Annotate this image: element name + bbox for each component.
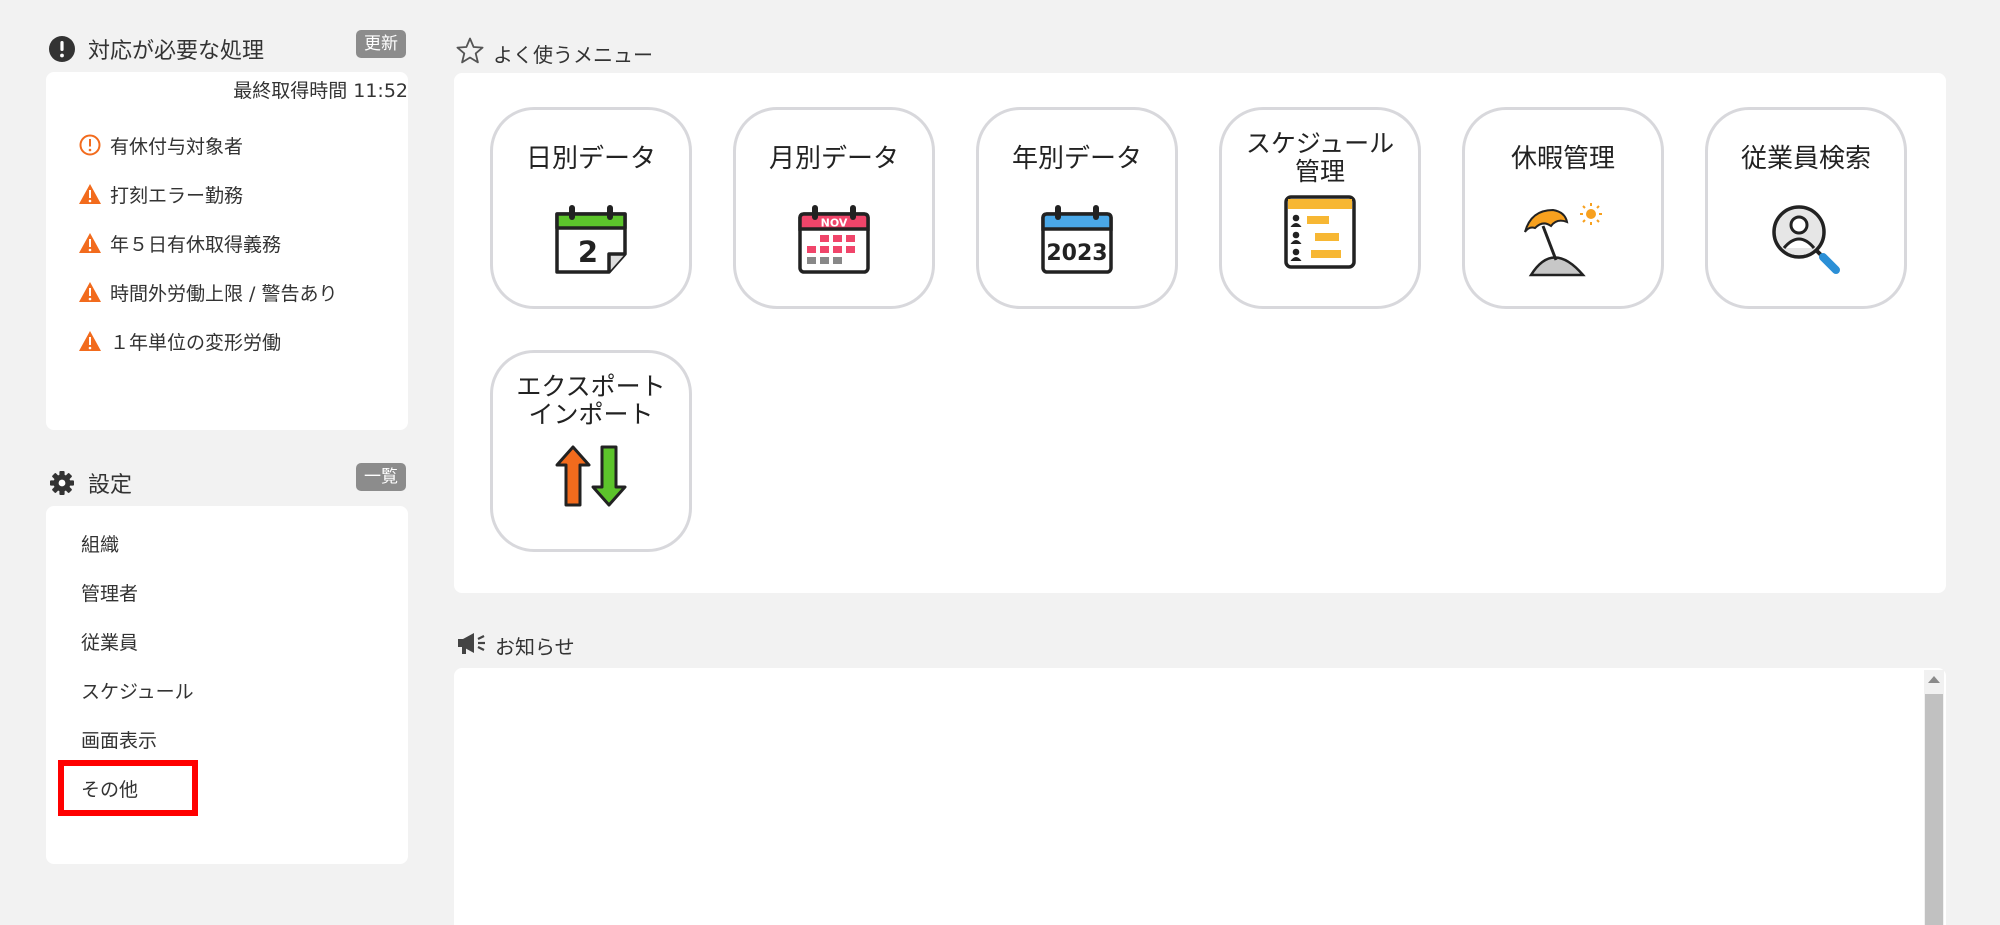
favorites-title: よく使うメニュー	[493, 43, 653, 67]
calendar-day-number: 2	[578, 235, 598, 269]
highlight-box	[58, 760, 198, 816]
alerts-panel: 最終取得時間 11:52 有休付与対象者 打刻エラー勤務 年５日有休取得義務 時…	[46, 72, 408, 430]
notices-scrollbar-thumb[interactable]	[1925, 694, 1943, 925]
megaphone-icon	[455, 630, 487, 661]
tile-label-line2: 管理	[1294, 157, 1345, 186]
tile-label: 休暇管理	[1510, 144, 1615, 174]
tile-leave-management[interactable]: 休暇管理	[1462, 107, 1664, 309]
alert-item-label: 打刻エラー勤務	[110, 184, 244, 207]
alerts-section-title: 対応が必要な処理	[48, 33, 264, 65]
setting-item-administrator[interactable]: 管理者	[81, 579, 138, 605]
alert-item-overtime-limit[interactable]: 時間外労働上限 / 警告あり	[78, 280, 338, 305]
warning-triangle-icon	[78, 231, 102, 255]
tile-label-line1: エクスポート	[516, 372, 666, 401]
setting-item-employee[interactable]: 従業員	[81, 628, 138, 654]
alert-item-annual-variable-work[interactable]: １年単位の変形労働	[78, 329, 282, 354]
favorites-panel: 日別データ 2 月別データ NOV 年別データ 2023 スケジュール 管理 休…	[454, 73, 1946, 593]
employee-search-icon	[1772, 205, 1840, 274]
warning-triangle-icon	[78, 280, 102, 304]
notices-section-title: お知らせ	[455, 630, 575, 661]
tile-employee-search[interactable]: 従業員検索	[1705, 107, 1907, 309]
favorites-section-title: よく使うメニュー	[455, 36, 653, 71]
beach-umbrella-icon	[1524, 203, 1602, 277]
alert-item-label: １年単位の変形労働	[110, 331, 282, 354]
settings-title: 設定	[88, 473, 133, 498]
alert-item-label: 年５日有休取得義務	[110, 233, 282, 256]
setting-item-organization[interactable]: 組織	[81, 530, 119, 556]
tile-label-line1: スケジュール	[1245, 129, 1395, 158]
alert-item-label: 有休付与対象者	[110, 135, 244, 158]
alert-item-label: 時間外労働上限 / 警告あり	[110, 282, 338, 305]
settings-list-button[interactable]: 一覧	[356, 463, 406, 491]
tile-label: 日別データ	[525, 144, 656, 174]
tile-label: 年別データ	[1011, 144, 1142, 174]
alerts-title: 対応が必要な処理	[88, 39, 265, 64]
tile-daily-data[interactable]: 日別データ 2	[490, 107, 692, 309]
alert-item-paid-leave-grant[interactable]: 有休付与対象者	[78, 133, 244, 158]
settings-section-title: 設定	[48, 467, 132, 499]
tile-yearly-data[interactable]: 年別データ 2023	[976, 107, 1178, 309]
calendar-month-name: NOV	[821, 217, 848, 230]
star-icon	[455, 36, 485, 71]
last-fetched-time: 最終取得時間 11:52	[233, 80, 408, 102]
schedule-chart-icon	[1284, 195, 1356, 269]
notices-title: お知らせ	[495, 635, 575, 659]
notices-panel	[454, 668, 1946, 925]
setting-item-display[interactable]: 画面表示	[81, 726, 157, 752]
gear-icon	[48, 469, 76, 497]
calendar-month-icon: NOV	[798, 205, 870, 274]
export-import-arrows-icon	[555, 445, 627, 507]
alert-item-punch-error[interactable]: 打刻エラー勤務	[78, 182, 244, 207]
info-circle-icon	[78, 133, 102, 157]
tile-label-line2: インポート	[528, 400, 654, 429]
tile-schedule-management[interactable]: スケジュール 管理	[1219, 107, 1421, 309]
scroll-up-arrow-icon[interactable]	[1928, 676, 1940, 683]
refresh-button[interactable]: 更新	[356, 30, 406, 58]
tile-label: 従業員検索	[1740, 144, 1871, 174]
setting-item-schedule[interactable]: スケジュール	[81, 677, 194, 703]
warning-triangle-icon	[78, 329, 102, 353]
tile-monthly-data[interactable]: 月別データ NOV	[733, 107, 935, 309]
calendar-year-icon: 2023	[1041, 205, 1113, 274]
tile-export-import[interactable]: エクスポート インポート	[490, 350, 692, 552]
calendar-year-number: 2023	[1046, 241, 1107, 266]
calendar-day-icon: 2	[555, 205, 627, 274]
warning-triangle-icon	[78, 182, 102, 206]
exclamation-circle-icon	[48, 35, 76, 63]
alert-item-five-day-leave[interactable]: 年５日有休取得義務	[78, 231, 282, 256]
notices-scrollbar[interactable]	[1924, 670, 1944, 925]
tile-label: 月別データ	[768, 144, 899, 174]
